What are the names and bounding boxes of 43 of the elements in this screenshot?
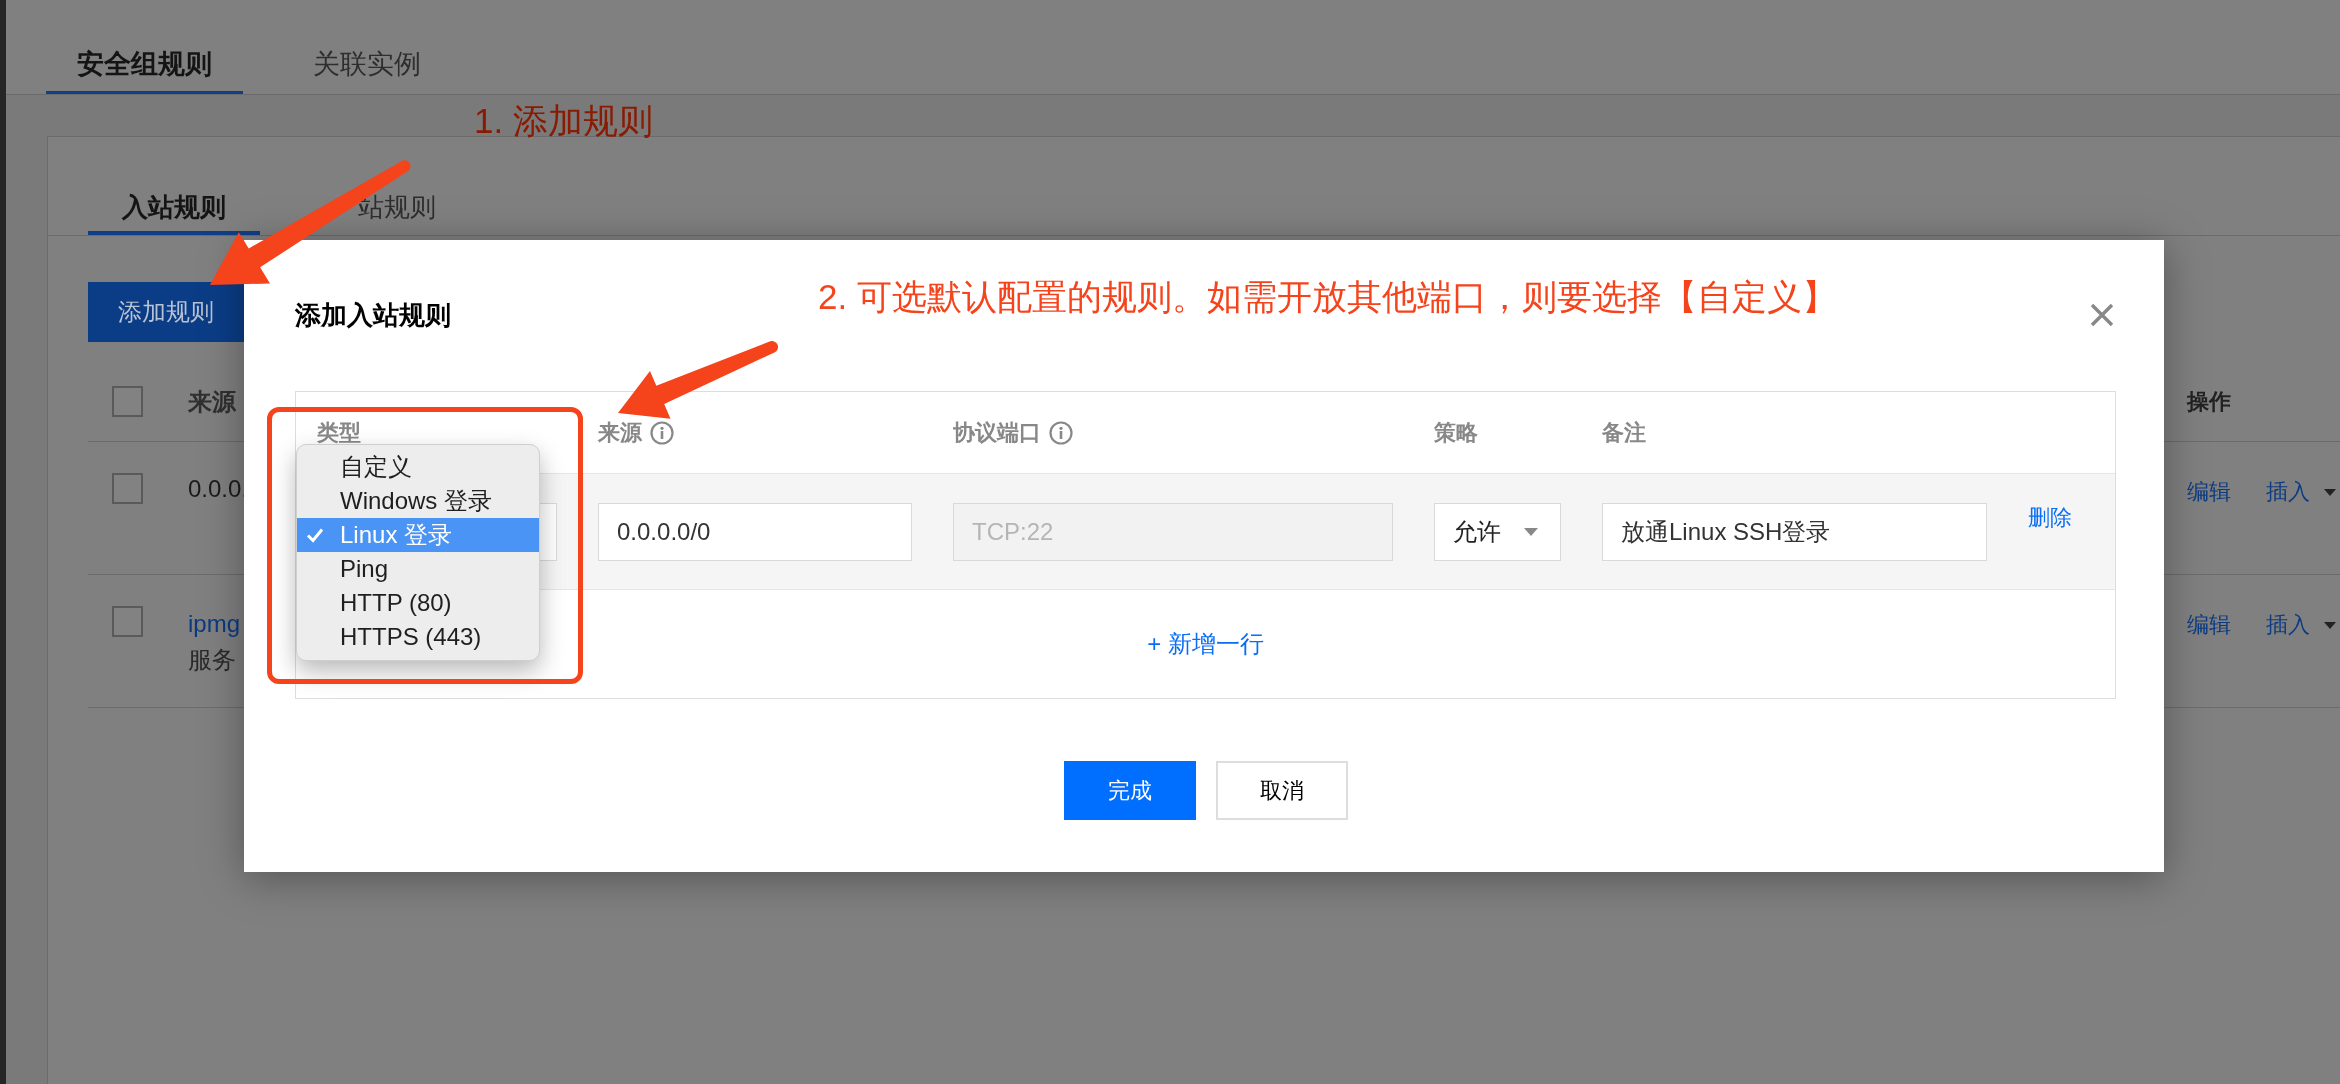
column-header: 来源 [598, 418, 642, 447]
close-button[interactable] [2088, 301, 2116, 329]
annotation-text: 1. 添加规则 [474, 100, 653, 142]
menu-item[interactable]: HTTPS (443) [297, 620, 539, 654]
column-header: 类型 [317, 418, 361, 447]
source-field[interactable]: 0.0.0.0/0 [598, 503, 912, 561]
action-link[interactable]: 插入 [2266, 476, 2336, 508]
cancel-button[interactable]: 取消 [1215, 761, 1348, 820]
source-link[interactable]: ipmg [188, 606, 241, 642]
checkbox[interactable] [112, 386, 143, 417]
add-row-link[interactable]: + 新增一行 [1147, 628, 1264, 660]
check-icon [306, 527, 324, 543]
caret-down-icon [1524, 528, 1538, 536]
menu-item[interactable]: 自定义 [297, 450, 539, 484]
checkbox[interactable] [112, 606, 143, 637]
dialog-title: 添加入站规则 [295, 299, 451, 332]
menu-item[interactable]: Linux 登录 [297, 518, 539, 552]
table-cell-text: 0.0.0. [188, 474, 249, 504]
annotation-text: 2. 可选默认配置的规则。如需开放其他端口，则要选择【自定义】 [818, 276, 1837, 318]
close-icon [2088, 301, 2116, 329]
tab[interactable]: 入站规则 [88, 190, 260, 235]
confirm-button[interactable]: 完成 [1063, 761, 1196, 820]
column-header: 备注 [1602, 418, 1646, 447]
checkbox[interactable] [112, 473, 143, 504]
action-link[interactable]: 编辑 [2187, 476, 2231, 508]
column-header: 策略 [1434, 418, 1478, 447]
policy-select[interactable]: 允许 [1434, 503, 1561, 561]
column-header: 协议端口 [953, 418, 1041, 447]
column-header: 来源 [188, 386, 236, 417]
action-link[interactable]: 插入 [2266, 609, 2336, 641]
menu-item[interactable]: HTTP (80) [297, 586, 539, 620]
tab[interactable]: 安全组规则 [46, 47, 243, 94]
menu-item[interactable]: Windows 登录 [297, 484, 539, 518]
add-rule-button[interactable]: 添加规则 [88, 282, 244, 342]
tab[interactable]: 关联实例 [282, 47, 452, 94]
column-header: 操作 [2187, 387, 2231, 416]
table-cell-text: 服务 [188, 645, 236, 675]
note-field[interactable]: 放通Linux SSH登录 [1602, 503, 1987, 561]
delete-link[interactable]: 删除 [2028, 503, 2072, 533]
action-link[interactable]: 编辑 [2187, 609, 2231, 641]
caret-down-icon [2324, 488, 2336, 496]
caret-down-icon [2324, 621, 2336, 629]
menu-item[interactable]: Ping [297, 552, 539, 586]
